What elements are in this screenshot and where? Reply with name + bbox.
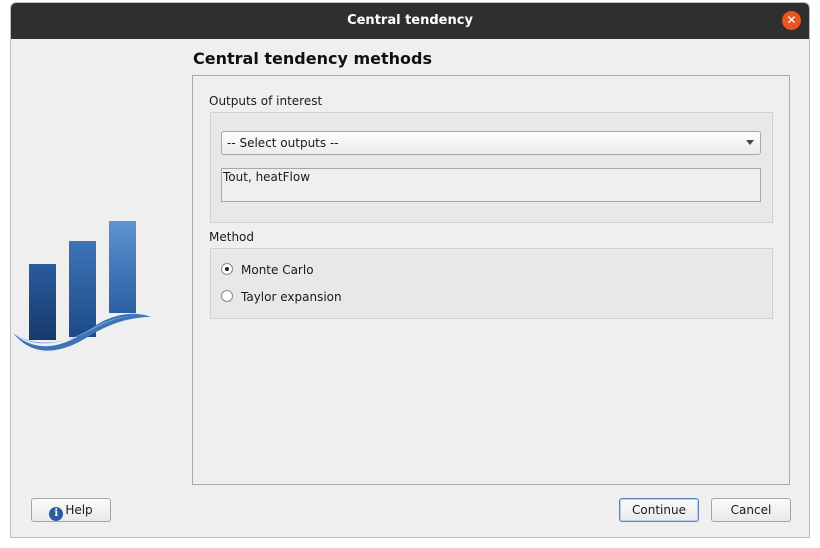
continue-button[interactable]: Continue [619,498,699,522]
selected-outputs-field: Tout, heatFlow [221,168,761,202]
method-label: Method [209,230,255,244]
chart-logo-icon [13,221,151,351]
chevron-down-icon [746,140,754,145]
page-title: Central tendency methods [193,49,432,68]
methods-panel: Outputs of interest -- Select outputs --… [192,75,790,485]
outputs-group: -- Select outputs -- Tout, heatFlow [210,112,773,223]
window-title: Central tendency [347,13,473,28]
cancel-button[interactable]: Cancel [711,498,791,522]
method-group: Monte Carlo Taylor expansion [210,248,773,319]
radio-button[interactable] [221,290,233,302]
radio-button-checked[interactable] [221,263,233,275]
help-button[interactable]: i Help [31,498,111,522]
close-icon[interactable]: ✕ [782,11,801,30]
selected-outputs-text: Tout, heatFlow [223,170,311,184]
outputs-select[interactable]: -- Select outputs -- [221,131,761,155]
help-label: Help [65,503,93,517]
radio-label: Taylor expansion [241,290,342,304]
outputs-select-value: -- Select outputs -- [227,136,339,150]
title-bar: Central tendency ✕ [11,3,809,39]
outputs-label: Outputs of interest [209,94,323,108]
info-icon: i [49,507,64,521]
dialog-window: Central tendency ✕ Central tendency meth… [10,2,810,538]
radio-label: Monte Carlo [241,263,314,277]
